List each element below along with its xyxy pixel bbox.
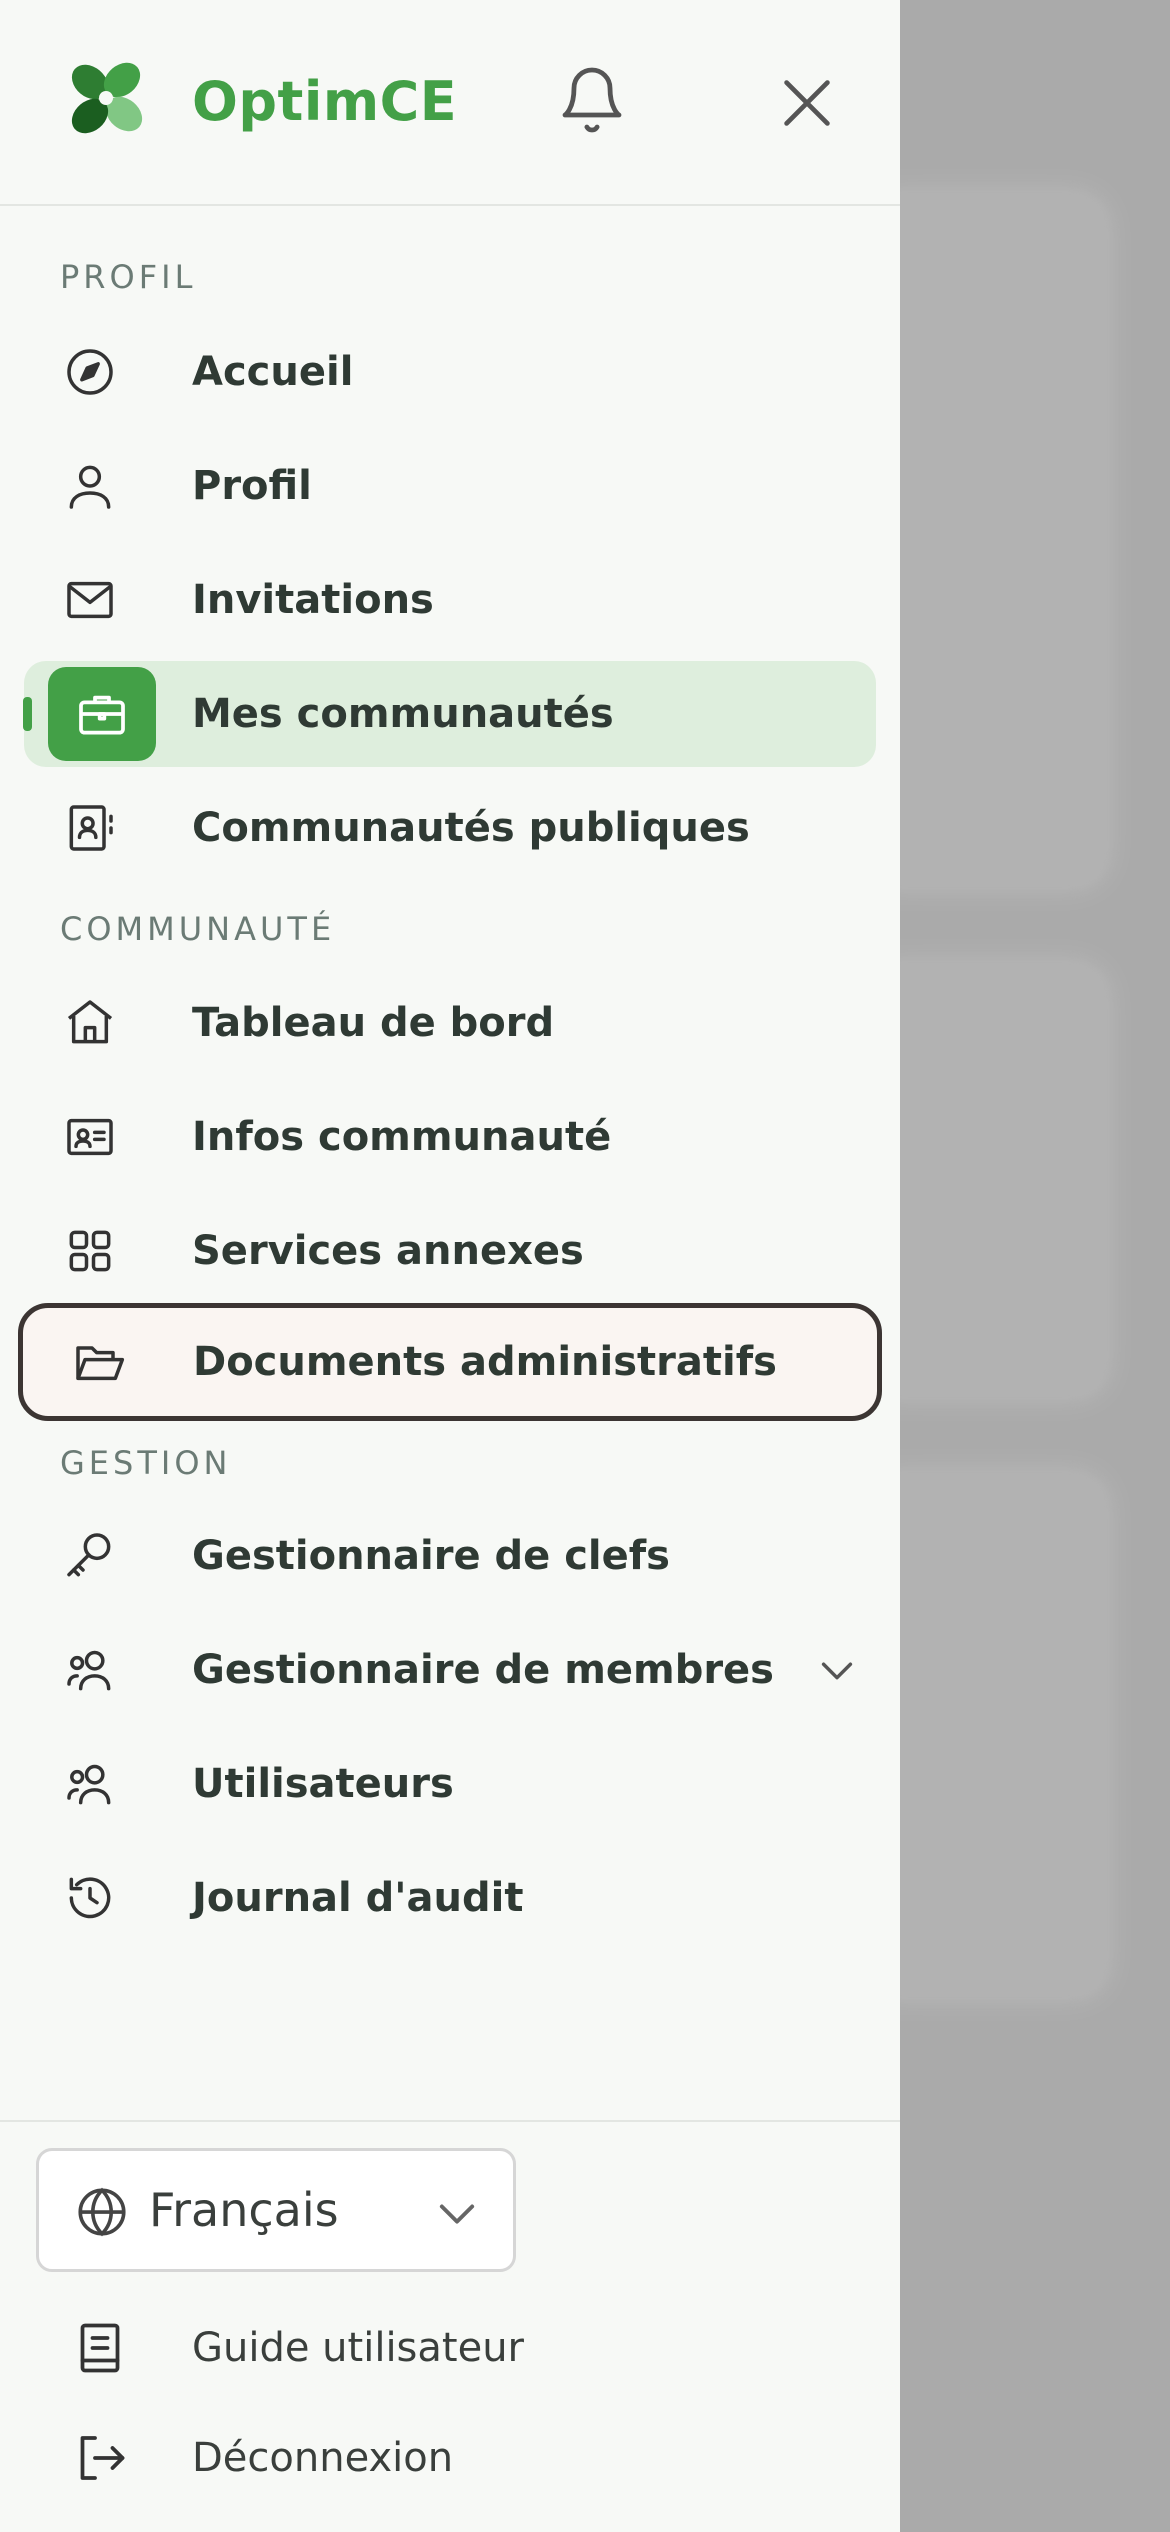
nav-label: Invitations bbox=[192, 577, 434, 623]
nav-label: Profil bbox=[192, 463, 312, 509]
users-icon bbox=[54, 1748, 126, 1820]
nav-item-journal-audit[interactable]: Journal d'audit bbox=[24, 1845, 876, 1951]
id-card-icon bbox=[54, 1101, 126, 1173]
background-card bbox=[900, 1470, 1110, 2000]
nav-item-infos-communaute[interactable]: Infos communauté bbox=[24, 1084, 876, 1190]
nav-item-gestionnaire-clefs[interactable]: Gestionnaire de clefs bbox=[24, 1503, 876, 1609]
nav-label: Services annexes bbox=[192, 1228, 584, 1274]
app-name: OptimCE bbox=[192, 70, 458, 133]
globe-icon bbox=[78, 2187, 126, 2237]
navigation-drawer: OptimCE PROFIL Accueil Profil Invitation… bbox=[0, 0, 900, 2532]
clover-logo-icon bbox=[71, 62, 143, 134]
nav-item-utilisateurs[interactable]: Utilisateurs bbox=[24, 1731, 876, 1837]
language-select[interactable]: Français bbox=[36, 2148, 516, 2272]
book-icon bbox=[80, 2323, 120, 2373]
close-icon[interactable] bbox=[772, 68, 842, 138]
mail-icon bbox=[54, 564, 126, 636]
nav-label: Gestionnaire de membres bbox=[192, 1647, 774, 1693]
home-icon bbox=[54, 987, 126, 1059]
background-card bbox=[900, 960, 1110, 1400]
contact-book-icon bbox=[54, 792, 126, 864]
footer-divider bbox=[0, 2120, 900, 2122]
nav-label: Journal d'audit bbox=[192, 1875, 524, 1921]
nav-label: Mes communautés bbox=[192, 691, 614, 737]
nav-item-accueil[interactable]: Accueil bbox=[24, 319, 876, 425]
background-card bbox=[900, 190, 1110, 890]
chevron-down-icon[interactable] bbox=[814, 1647, 860, 1693]
briefcase-icon bbox=[48, 667, 156, 761]
active-indicator bbox=[23, 697, 32, 731]
key-icon bbox=[54, 1520, 126, 1592]
guide-utilisateur-link[interactable]: Guide utilisateur bbox=[24, 2298, 876, 2398]
nav-item-profil[interactable]: Profil bbox=[24, 433, 876, 539]
nav-item-gestionnaire-membres[interactable]: Gestionnaire de membres bbox=[24, 1617, 876, 1723]
background-overlay[interactable] bbox=[900, 0, 1170, 2532]
footer-label: Déconnexion bbox=[192, 2435, 454, 2481]
nav-item-communautes-publiques[interactable]: Communautés publiques bbox=[24, 775, 876, 881]
section-label-profil: PROFIL bbox=[60, 258, 197, 296]
logout-icon bbox=[80, 2436, 125, 2480]
bell-icon[interactable] bbox=[556, 64, 628, 136]
folder-open-icon bbox=[63, 1326, 135, 1398]
nav-label: Gestionnaire de clefs bbox=[192, 1533, 670, 1579]
nav-label: Documents administratifs bbox=[193, 1339, 777, 1385]
users-icon bbox=[54, 1634, 126, 1706]
chevron-down-icon bbox=[439, 2204, 475, 2224]
nav-item-documents-administratifs[interactable]: Documents administratifs bbox=[18, 1303, 882, 1421]
compass-icon bbox=[54, 336, 126, 408]
section-label-gestion: GESTION bbox=[60, 1444, 232, 1482]
nav-label: Communautés publiques bbox=[192, 805, 750, 851]
history-icon bbox=[54, 1862, 126, 1934]
nav-label: Tableau de bord bbox=[192, 1000, 555, 1046]
nav-label: Accueil bbox=[192, 349, 354, 395]
section-label-communaute: COMMUNAUTÉ bbox=[60, 910, 336, 948]
language-selected: Français bbox=[149, 2183, 339, 2237]
footer-label: Guide utilisateur bbox=[192, 2325, 524, 2371]
grid-icon bbox=[54, 1215, 126, 1287]
nav-label: Infos communauté bbox=[192, 1114, 612, 1160]
nav-item-mes-communautes[interactable]: Mes communautés bbox=[23, 661, 876, 767]
logout-button[interactable]: Déconnexion bbox=[24, 2408, 876, 2508]
nav-item-invitations[interactable]: Invitations bbox=[24, 547, 876, 653]
user-icon bbox=[54, 450, 126, 522]
nav-item-services-annexes[interactable]: Services annexes bbox=[24, 1198, 876, 1304]
nav-label: Utilisateurs bbox=[192, 1761, 454, 1807]
drawer-header: OptimCE bbox=[0, 0, 900, 206]
nav-item-tableau-de-bord[interactable]: Tableau de bord bbox=[24, 970, 876, 1076]
